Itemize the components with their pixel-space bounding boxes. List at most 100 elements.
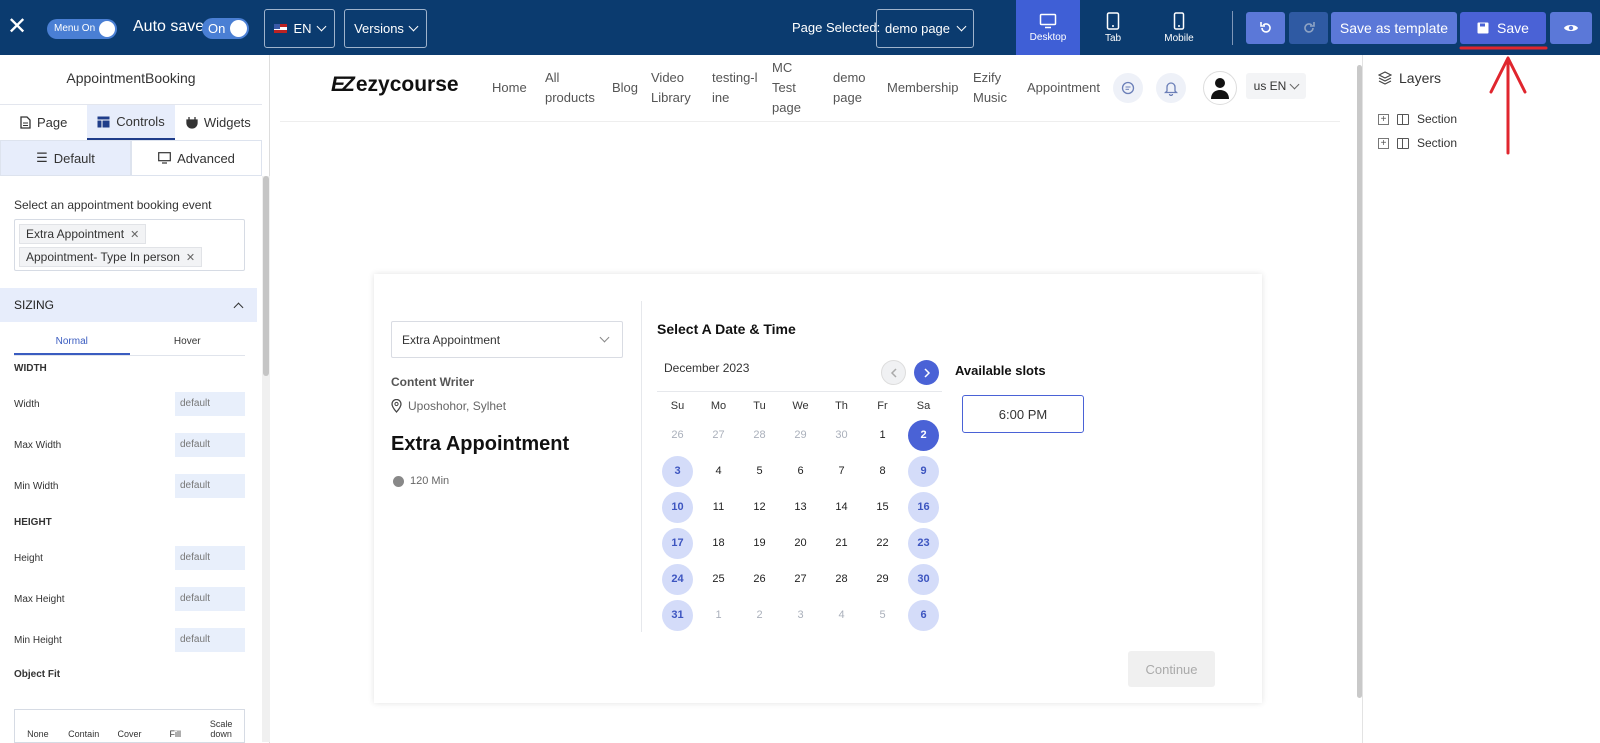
menu-toggle[interactable]: Menu On [47,19,117,39]
calendar-day[interactable]: 21 [821,528,862,559]
height-input[interactable]: default [175,546,245,570]
versions-dropdown[interactable]: Versions [344,9,427,48]
weekday-label: We [792,400,809,412]
calendar-day[interactable]: 30 [903,563,944,595]
locale-dropdown[interactable]: us EN [1246,73,1306,99]
nav-testing-line[interactable]: testing-line [712,68,760,108]
notification-bell-icon[interactable] [1156,73,1186,103]
nav-membership[interactable]: Membership [887,78,959,98]
tab-advanced[interactable]: Advanced [131,140,262,176]
language-dropdown[interactable]: EN [264,9,335,48]
site-logo[interactable]: EZ ezycourse [331,73,459,97]
event-multiselect[interactable]: Extra Appointment ✕ Appointment- Type In… [14,219,245,271]
continue-button[interactable]: Continue [1128,651,1215,687]
calendar-day[interactable]: 2 [903,419,944,451]
nav-video-library[interactable]: Video Library [651,68,695,108]
fit-scale-down[interactable]: Scale down [198,719,244,739]
calendar-day[interactable]: 26 [739,564,780,595]
tab-controls[interactable]: Controls [87,105,175,140]
fit-none[interactable]: None [15,729,61,739]
nav-ezify-music[interactable]: Ezify Music [973,68,1013,108]
device-desktop-button[interactable]: Desktop [1016,0,1080,55]
max-width-input[interactable]: default [175,433,245,457]
calendar-day[interactable]: 7 [821,456,862,487]
calendar-day[interactable]: 16 [903,491,944,523]
device-tab-button[interactable]: Tab [1081,0,1145,55]
panel-scrollbar[interactable] [262,176,270,742]
sizing-section-header[interactable]: SIZING [0,288,257,322]
remove-chip-icon[interactable]: ✕ [186,251,195,264]
calendar-day[interactable]: 24 [657,563,698,595]
min-width-input[interactable]: default [175,474,245,498]
calendar-day[interactable]: 4 [698,456,739,487]
tab-label: Default [53,150,95,166]
expand-icon[interactable]: + [1378,137,1389,149]
fit-fill[interactable]: Fill [152,729,198,739]
calendar-day[interactable]: 6 [780,456,821,487]
nav-mc-test-page[interactable]: MC Test page [772,58,806,118]
layer-label: Section [1417,136,1458,150]
nav-blog[interactable]: Blog [612,78,638,98]
calendar-day[interactable]: 19 [739,528,780,559]
nav-home[interactable]: Home [492,78,527,98]
time-slot-button[interactable]: 6:00 PM [962,395,1084,433]
calendar-day[interactable]: 11 [698,492,739,523]
fit-cover[interactable]: Cover [107,729,153,739]
scrollbar-thumb[interactable] [263,176,269,376]
min-height-input[interactable]: default [175,628,245,652]
calendar-day[interactable]: 13 [780,492,821,523]
previous-month-button[interactable] [881,360,906,385]
tab-page[interactable]: Page [0,105,87,140]
avatar[interactable] [1203,71,1237,105]
autosave-toggle[interactable]: On [202,18,249,39]
save-button[interactable]: Save [1460,12,1546,44]
calendar-day[interactable]: 14 [821,492,862,523]
calendar-day[interactable]: 1 [862,420,903,451]
tab-default[interactable]: ☰ Default [0,140,131,176]
calendar-day[interactable]: 17 [657,527,698,559]
calendar-day[interactable]: 5 [739,456,780,487]
calendar-day[interactable]: 3 [657,455,698,487]
device-mobile-button[interactable]: Mobile [1147,0,1211,55]
tab-widgets[interactable]: Widgets [175,105,262,140]
calendar-day[interactable]: 15 [862,492,903,523]
calendar-day[interactable]: 12 [739,492,780,523]
page-select-dropdown[interactable]: demo page [876,9,974,48]
remove-chip-icon[interactable]: ✕ [130,228,139,241]
expand-icon[interactable]: + [1378,113,1389,125]
calendar-day[interactable]: 27 [780,564,821,595]
calendar-day[interactable]: 9 [903,455,944,487]
max-height-input[interactable]: default [175,587,245,611]
chat-icon[interactable] [1113,73,1143,103]
calendar-day[interactable]: 6 [903,599,944,631]
calendar-day[interactable]: 29 [862,564,903,595]
calendar-day[interactable]: 22 [862,528,903,559]
undo-button[interactable] [1246,12,1285,44]
layer-item[interactable]: + Section [1378,112,1457,126]
calendar-day[interactable]: 23 [903,527,944,559]
event-dropdown[interactable]: Extra Appointment [391,321,623,358]
nav-all-products[interactable]: All products [545,68,597,108]
tab-hover[interactable]: Hover [130,332,246,355]
tab-label: Widgets [203,115,251,130]
device-label: Desktop [1029,31,1067,43]
nav-demo-page[interactable]: demo page [833,68,869,108]
calendar-day[interactable]: 28 [821,564,862,595]
calendar-day[interactable]: 31 [657,599,698,631]
calendar-day[interactable]: 8 [862,456,903,487]
calendar-day-number: 22 [876,537,889,549]
calendar-day[interactable]: 10 [657,491,698,523]
close-icon[interactable]: ✕ [4,14,30,40]
calendar-day[interactable]: 18 [698,528,739,559]
width-input[interactable]: default [175,392,245,416]
layer-item[interactable]: + Section [1378,136,1457,150]
calendar-day[interactable]: 25 [698,564,739,595]
save-as-template-button[interactable]: Save as template [1331,12,1457,44]
preview-button[interactable] [1550,12,1592,44]
calendar-day[interactable]: 20 [780,528,821,559]
nav-appointment[interactable]: Appointment [1027,78,1100,98]
fit-contain[interactable]: Contain [61,729,107,739]
next-month-button[interactable] [914,360,939,385]
redo-button[interactable] [1289,12,1328,44]
tab-normal[interactable]: Normal [14,332,130,355]
